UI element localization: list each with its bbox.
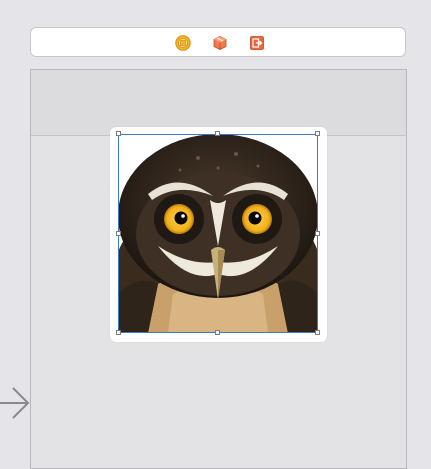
view-controller-icon[interactable] xyxy=(173,28,193,58)
resize-handle-right[interactable] xyxy=(315,231,320,236)
exit-icon[interactable] xyxy=(247,28,267,58)
scene-dock xyxy=(30,27,406,57)
resize-handle-bottom[interactable] xyxy=(215,330,220,335)
resize-handle-bottom-left[interactable] xyxy=(116,330,121,335)
resize-handle-top[interactable] xyxy=(215,131,220,136)
entry-point-arrow[interactable] xyxy=(0,384,32,422)
arrow-right-icon xyxy=(0,387,30,419)
resize-handle-top-left[interactable] xyxy=(116,131,121,136)
resize-handle-top-right[interactable] xyxy=(315,131,320,136)
resize-handle-left[interactable] xyxy=(116,231,121,236)
owl-image-view[interactable] xyxy=(118,134,318,333)
first-responder-icon[interactable] xyxy=(210,28,230,58)
owl-image xyxy=(118,134,318,333)
resize-handle-bottom-right[interactable] xyxy=(315,330,320,335)
